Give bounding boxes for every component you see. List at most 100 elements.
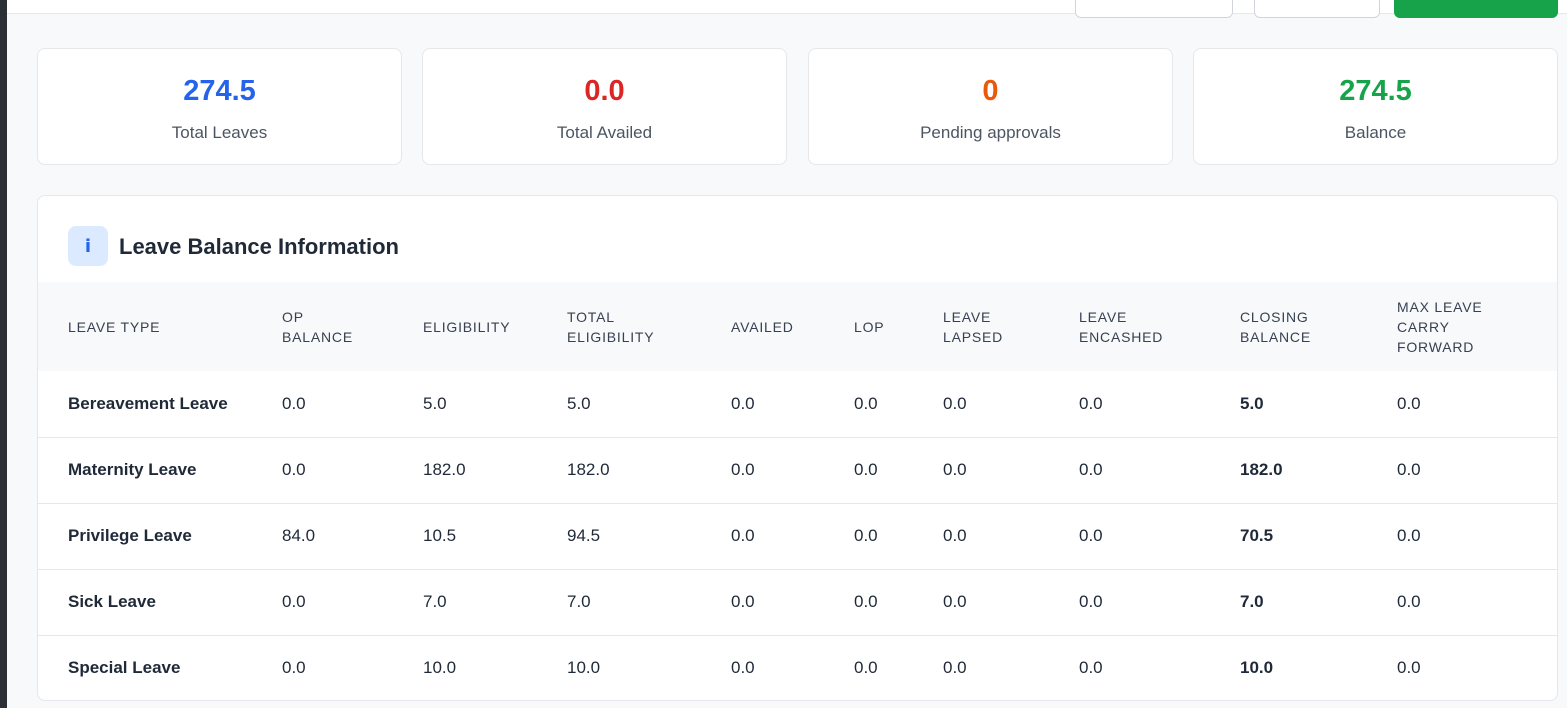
pending-approvals-card: 0 Pending approvals xyxy=(808,48,1173,165)
column-header-lop: LOP xyxy=(854,282,943,371)
column-header-leave-type: LEAVE TYPE xyxy=(38,282,282,371)
cell-closing-balance: 70.5 xyxy=(1240,526,1274,545)
panel-header: i Leave Balance Information xyxy=(38,196,1557,282)
cell-eligibility: 10.5 xyxy=(423,526,457,545)
column-header-text: LAPSED xyxy=(943,328,1004,345)
cell-closing-balance: 5.0 xyxy=(1240,393,1264,413)
cell-max-leave-carry-forward: 0.0 xyxy=(1397,393,1421,413)
cell-eligibility: 5.0 xyxy=(423,393,447,413)
column-header-text: LEAVE TYPE xyxy=(68,318,161,335)
cell-op-balance: 0.0 xyxy=(282,592,306,611)
column-header-text: ELIGIBILITY xyxy=(567,328,655,345)
cell-op-balance: 0.0 xyxy=(282,393,306,413)
cell-total-eligibility: 7.0 xyxy=(567,592,591,611)
cell-op-balance: 0.0 xyxy=(282,460,306,479)
table-body: Bereavement Leave 0.0 5.0 5.0 0.0 0.0 0.0 0.0 5.… xyxy=(38,371,1557,700)
cell-eligibility: 182.0 xyxy=(423,460,466,479)
column-header-text: OP xyxy=(282,308,304,325)
cell-leave-type: Sick Leave xyxy=(68,592,156,611)
total-leaves-label: Total Leaves xyxy=(171,123,268,142)
column-header-closing-balance: CLOSING BALANCE xyxy=(1240,282,1397,371)
cell-leave-encashed: 0.0 xyxy=(1079,460,1103,479)
pending-approvals-value: 0 xyxy=(982,75,999,107)
cell-eligibility: 10.0 xyxy=(423,658,457,678)
column-header-total-eligibility: TOTAL ELIGIBILITY xyxy=(567,282,731,371)
cell-max-leave-carry-forward: 0.0 xyxy=(1397,460,1421,479)
column-header-max-leave-carry-forward: MAX LEAVE CARRY FORWARD xyxy=(1397,282,1557,371)
toolbar-button-1[interactable] xyxy=(1075,0,1233,18)
cell-total-eligibility: 5.0 xyxy=(567,393,591,413)
cell-closing-balance: 7.0 xyxy=(1240,592,1264,611)
table-row: Privilege Leave 84.0 10.5 94.5 0.0 0.0 0.0 0.0 7… xyxy=(38,503,1557,569)
table-row: Maternity Leave 0.0 182.0 182.0 0.0 0.0 0.0 0.0… xyxy=(38,437,1557,503)
cell-leave-type: Maternity Leave xyxy=(68,460,197,479)
cell-availed: 0.0 xyxy=(731,526,755,545)
cell-leave-type: Bereavement Leave xyxy=(68,393,228,413)
column-header-text: ELIGIBILITY xyxy=(423,318,511,335)
cell-availed: 0.0 xyxy=(731,460,755,479)
total-leaves-value: 274.5 xyxy=(183,75,256,107)
leave-balance-panel: i Leave Balance Information LEAVE TYPE OP… xyxy=(37,195,1558,701)
total-availed-label: Total Availed xyxy=(556,123,653,142)
balance-label: Balance xyxy=(1344,123,1407,142)
column-header-leave-lapsed: LEAVE LAPSED xyxy=(943,282,1079,371)
column-header-text: TOTAL xyxy=(567,308,615,325)
cell-leave-lapsed: 0.0 xyxy=(943,460,967,479)
total-availed-card: 0.0 Total Availed xyxy=(422,48,787,165)
column-header-text: LEAVE xyxy=(1079,308,1128,325)
cell-leave-encashed: 0.0 xyxy=(1079,526,1103,545)
cell-op-balance: 0.0 xyxy=(282,658,306,678)
balance-card: 274.5 Balance xyxy=(1193,48,1558,165)
cell-lop: 0.0 xyxy=(854,658,878,678)
total-availed-value: 0.0 xyxy=(584,75,625,107)
balance-value: 274.5 xyxy=(1339,75,1412,107)
cell-lop: 0.0 xyxy=(854,393,878,413)
cell-leave-lapsed: 0.0 xyxy=(943,658,967,678)
cell-leave-lapsed: 0.0 xyxy=(943,393,967,413)
table-row: Special Leave 0.0 10.0 10.0 0.0 0.0 0.0 0.0 10.0… xyxy=(38,635,1557,700)
column-header-availed: AVAILED xyxy=(731,282,854,371)
pending-approvals-label: Pending approvals xyxy=(920,123,1061,142)
column-header-text: CARRY xyxy=(1397,318,1450,335)
cell-leave-encashed: 0.0 xyxy=(1079,393,1103,413)
cell-max-leave-carry-forward: 0.0 xyxy=(1397,592,1421,611)
column-header-eligibility: ELIGIBILITY xyxy=(423,282,567,371)
column-header-text: FORWARD xyxy=(1397,338,1475,355)
cell-leave-type: Special Leave xyxy=(68,658,181,678)
column-header-text: CLOSING xyxy=(1240,308,1309,325)
column-header-text: LEAVE xyxy=(943,308,992,325)
cell-total-eligibility: 182.0 xyxy=(567,460,610,479)
column-header-text: MAX LEAVE xyxy=(1397,298,1483,315)
column-header-text: BALANCE xyxy=(1240,328,1311,345)
column-header-text: ENCASHED xyxy=(1079,328,1164,345)
toolbar-button-2[interactable] xyxy=(1254,0,1380,18)
top-toolbar xyxy=(7,0,1567,18)
cell-leave-lapsed: 0.0 xyxy=(943,526,967,545)
cell-total-eligibility: 10.0 xyxy=(567,658,601,678)
cell-op-balance: 84.0 xyxy=(282,526,316,545)
cell-lop: 0.0 xyxy=(854,526,878,545)
cell-closing-balance: 10.0 xyxy=(1240,658,1274,678)
left-window-edge xyxy=(0,0,7,708)
cell-lop: 0.0 xyxy=(854,460,878,479)
column-header-text: AVAILED xyxy=(731,318,794,335)
column-header-text: BALANCE xyxy=(282,328,353,345)
table-row: Bereavement Leave 0.0 5.0 5.0 0.0 0.0 0.0 0.0 5.… xyxy=(38,371,1557,437)
table-header-row: LEAVE TYPE OP BALANCE ELIGIBILITY TOTAL ELIGI… xyxy=(38,282,1557,371)
panel-title: Leave Balance Information xyxy=(119,234,399,259)
toolbar-primary-button[interactable] xyxy=(1394,0,1558,18)
cell-availed: 0.0 xyxy=(731,393,755,413)
total-leaves-card: 274.5 Total Leaves xyxy=(37,48,402,165)
summary-cards: 274.5 Total Leaves 0.0 Total Availed 0 P… xyxy=(37,48,1558,165)
column-header-op-balance: OP BALANCE xyxy=(282,282,423,371)
cell-leave-encashed: 0.0 xyxy=(1079,658,1103,678)
column-header-leave-encashed: LEAVE ENCASHED xyxy=(1079,282,1240,371)
info-icon: i xyxy=(68,226,108,266)
leave-balance-table: LEAVE TYPE OP BALANCE ELIGIBILITY TOTAL ELIGI… xyxy=(38,282,1557,700)
cell-max-leave-carry-forward: 0.0 xyxy=(1397,658,1421,678)
column-header-text: LOP xyxy=(854,318,885,335)
cell-availed: 0.0 xyxy=(731,592,755,611)
cell-availed: 0.0 xyxy=(731,658,755,678)
cell-eligibility: 7.0 xyxy=(423,592,447,611)
cell-lop: 0.0 xyxy=(854,592,878,611)
